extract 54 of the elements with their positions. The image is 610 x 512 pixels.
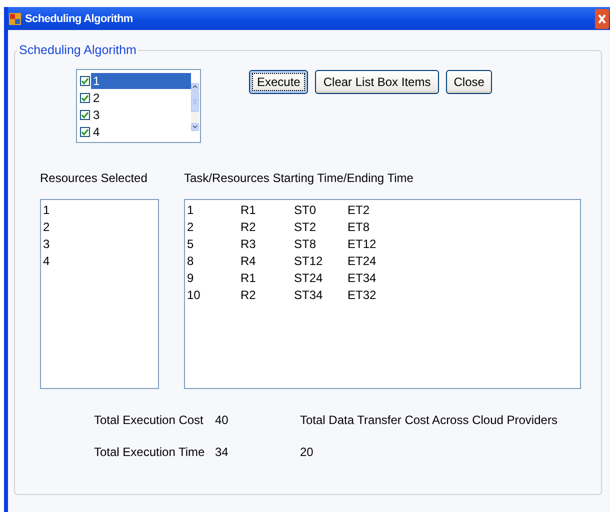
- list-cell-text: R3: [240, 236, 257, 253]
- list-cell-text: 2: [187, 219, 195, 236]
- list-cell-text: R1: [240, 202, 257, 219]
- list-cell-text: 5: [187, 236, 195, 253]
- time-label: Total Execution Time: [94, 445, 206, 460]
- list-cell-text: ET2: [348, 202, 371, 219]
- transfer-label: Total Data Transfer Cost Across Cloud Providers: [300, 413, 558, 428]
- app-icon: [9, 12, 21, 24]
- list-cell-text: ST34: [294, 287, 324, 304]
- transfer-value: 20: [300, 445, 314, 460]
- list-item[interactable]: 1: [43, 202, 156, 219]
- cost-label: Total Execution Cost: [94, 413, 204, 428]
- list-heading: Task/Resources Starting Time/Ending Time: [184, 171, 414, 185]
- action-button[interactable]: Close: [446, 70, 492, 94]
- list-cell-text: 10: [187, 287, 202, 304]
- list-cell-text: 8: [187, 253, 195, 270]
- checkbox[interactable]: [80, 76, 90, 86]
- checkbox[interactable]: [80, 127, 90, 138]
- list-cell-text: ST24: [294, 270, 324, 287]
- list-cell-text: ST2: [294, 219, 318, 236]
- list-cell-text: ET32: [348, 287, 378, 304]
- checkbox[interactable]: [80, 92, 90, 103]
- list-cell-text: 1: [187, 202, 195, 219]
- schedule-list[interactable]: 1 R1 ST0 ET2 2 R2 ST2 ET8 5 R3 ST8 ET12 8 R4 ST12 ET24 9 R1 ST24 ET34 10 R2 ST34 ET32: [184, 199, 581, 389]
- list-item[interactable]: 2: [91, 90, 191, 106]
- list-cell-text: ST0: [294, 202, 318, 219]
- checkbox[interactable]: [80, 110, 90, 120]
- list-heading: Resources Selected: [40, 171, 148, 185]
- list-cell-text: ET34: [348, 270, 378, 287]
- list-cell-text: R2: [240, 287, 257, 304]
- checked-list-box[interactable]: 1 2 3 4: [76, 69, 201, 143]
- close-icon[interactable]: [595, 9, 609, 29]
- list-cell-text: ET12: [348, 236, 378, 253]
- list-item[interactable]: 2: [43, 219, 156, 236]
- list-item[interactable]: 4: [43, 253, 156, 270]
- action-button[interactable]: Clear List Box Items: [315, 70, 439, 94]
- group-title: Scheduling Algorithm: [18, 43, 138, 57]
- list-cell-text: R2: [240, 219, 257, 236]
- list-item[interactable]: 3: [43, 236, 156, 253]
- list-cell-text: ET8: [348, 219, 371, 236]
- list-item[interactable]: 4: [91, 124, 191, 140]
- list-cell-text: ST8: [294, 236, 318, 253]
- cost-value: 40: [215, 413, 230, 428]
- list-cell-text: ST12: [294, 253, 324, 270]
- list-cell-text: R4: [240, 253, 257, 270]
- window-title: Scheduling Algorithm: [25, 12, 133, 24]
- resources-list[interactable]: 1 2 3 4: [40, 199, 159, 389]
- list-cell-text: ET24: [348, 253, 378, 270]
- list-cell-text: 9: [187, 270, 195, 287]
- time-value: 34: [215, 445, 230, 460]
- list-item[interactable]: 1: [91, 72, 191, 89]
- list-cell-text: R1: [240, 270, 257, 287]
- list-item[interactable]: 3: [91, 107, 191, 124]
- action-button[interactable]: Execute: [249, 70, 308, 94]
